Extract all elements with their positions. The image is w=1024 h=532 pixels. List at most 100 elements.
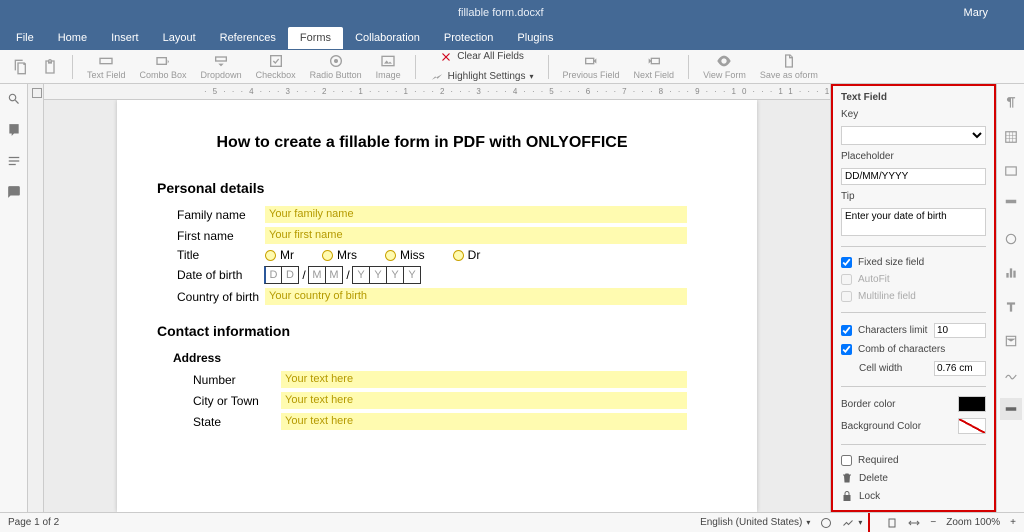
form-tab-icon[interactable] [1000, 398, 1022, 420]
form-settings-panel: Text Field Key Placeholder Tip Enter you… [830, 84, 996, 512]
shape-tab-icon[interactable] [1000, 228, 1022, 250]
chars-limit-checkbox[interactable] [841, 325, 852, 336]
cob-field[interactable]: Your country of birth [265, 288, 687, 305]
spellcheck-icon[interactable] [820, 517, 832, 529]
radio-dr[interactable] [453, 250, 464, 261]
dropdown-button[interactable]: Dropdown [195, 51, 248, 82]
row-number: Number Your text here [157, 371, 687, 388]
paste-button[interactable] [36, 57, 64, 77]
fit-width-icon[interactable] [908, 517, 920, 529]
row-title: Title Mr Mrs Miss Dr [157, 248, 687, 262]
zoom-out-icon[interactable]: − [930, 517, 936, 528]
comb-checkbox[interactable] [841, 344, 852, 355]
state-field[interactable]: Your text here [281, 413, 687, 430]
row-family-name: Family name Your family name [157, 206, 687, 223]
row-first-name: First name Your first name [157, 227, 687, 244]
tip-textarea[interactable]: Enter your date of birth [841, 208, 986, 236]
border-color-label: Border color [841, 399, 895, 410]
table-tab-icon[interactable] [1000, 126, 1022, 148]
tab-plugins[interactable]: Plugins [505, 27, 565, 49]
copy-button[interactable] [6, 57, 34, 77]
title-radio-group: Mr Mrs Miss Dr [265, 248, 480, 262]
main-menu: File Home Insert Layout References Forms… [0, 26, 1024, 50]
dob-comb-field[interactable]: D D / M M / Y Y Y Y [265, 266, 421, 284]
save-as-oform-button[interactable]: Save as oform [754, 51, 824, 82]
tab-insert[interactable]: Insert [99, 27, 151, 49]
cell-width-label: Cell width [859, 363, 902, 374]
tab-references[interactable]: References [208, 27, 288, 49]
radio-miss[interactable] [385, 250, 396, 261]
page-canvas[interactable]: How to create a fillable form in PDF wit… [44, 100, 830, 512]
cob-label: Country of birth [177, 290, 265, 304]
view-form-button[interactable]: View Form [697, 51, 752, 82]
tab-layout[interactable]: Layout [151, 27, 208, 49]
tab-file[interactable]: File [4, 27, 46, 49]
forms-ribbon: Text Field Combo Box Dropdown Checkbox R… [0, 50, 1024, 84]
family-name-label: Family name [177, 208, 265, 222]
radio-mrs[interactable] [322, 250, 333, 261]
language-selector[interactable]: English (United States)▾ [700, 517, 810, 528]
page-indicator[interactable]: Page 1 of 2 [8, 517, 59, 528]
signature-tab-icon[interactable] [1000, 364, 1022, 386]
city-field[interactable]: Your text here [281, 392, 687, 409]
navigation-icon[interactable] [7, 154, 21, 171]
image-tab-icon[interactable] [1000, 160, 1022, 182]
cell-width-input[interactable] [935, 362, 985, 375]
right-side-tabs [996, 84, 1024, 512]
mailmerge-tab-icon[interactable] [1000, 330, 1022, 352]
page: How to create a fillable form in PDF wit… [117, 100, 757, 512]
bg-color-label: Background Color [841, 421, 921, 432]
vertical-ruler [28, 84, 44, 512]
number-field[interactable]: Your text here [281, 371, 687, 388]
first-name-field[interactable]: Your first name [265, 227, 687, 244]
row-city: City or Town Your text here [157, 392, 687, 409]
required-checkbox[interactable] [841, 455, 852, 466]
comments-icon[interactable] [7, 123, 21, 140]
checkbox-button[interactable]: Checkbox [250, 51, 302, 82]
tab-protection[interactable]: Protection [432, 27, 506, 49]
current-user[interactable]: Mary [964, 7, 988, 19]
key-select[interactable] [841, 126, 986, 145]
tab-collaboration[interactable]: Collaboration [343, 27, 432, 49]
zoom-in-icon[interactable]: + [1010, 517, 1016, 528]
bg-color-picker[interactable] [958, 418, 986, 434]
radio-mr[interactable] [265, 250, 276, 261]
document-title: fillable form.docxf [38, 7, 964, 19]
image-button[interactable]: Image [370, 51, 407, 82]
delete-button[interactable]: Delete [841, 472, 986, 484]
previous-field-button[interactable]: Previous Field [557, 51, 626, 82]
fixed-size-checkbox[interactable] [841, 257, 852, 268]
next-field-button[interactable]: Next Field [628, 51, 681, 82]
zoom-label[interactable]: Zoom 100% [946, 517, 1000, 528]
chars-limit-input[interactable] [935, 324, 985, 337]
paragraph-tab-icon[interactable] [1000, 92, 1022, 114]
placeholder-label: Placeholder [841, 151, 986, 162]
clear-all-fields-button[interactable]: Clear All Fields [424, 48, 540, 66]
horizontal-ruler: ·5···4···3···2···1····1···2···3···4···5·… [44, 84, 830, 100]
text-field-button[interactable]: Text Field [81, 51, 132, 82]
family-name-field[interactable]: Your family name [265, 206, 687, 223]
lock-button[interactable]: Lock [841, 490, 986, 502]
feedback-icon[interactable] [7, 185, 21, 202]
status-bar: Page 1 of 2 English (United States)▾ ▾ −… [0, 512, 1024, 532]
chart-tab-icon[interactable] [1000, 262, 1022, 284]
autofit-checkbox [841, 274, 852, 285]
fit-page-icon[interactable] [886, 517, 898, 529]
border-color-picker[interactable] [958, 396, 986, 412]
tab-home[interactable]: Home [46, 27, 99, 49]
header-tab-icon[interactable] [1000, 194, 1022, 216]
title-label: Title [177, 248, 265, 262]
radio-button-button[interactable]: Radio Button [304, 51, 368, 82]
textart-tab-icon[interactable] [1000, 296, 1022, 318]
placeholder-input[interactable] [841, 168, 986, 185]
number-label: Number [193, 373, 281, 387]
tab-forms[interactable]: Forms [288, 27, 343, 49]
first-name-label: First name [177, 229, 265, 243]
combo-box-button[interactable]: Combo Box [134, 51, 193, 82]
row-cob: Country of birth Your country of birth [157, 288, 687, 305]
track-changes-icon[interactable]: ▾ [842, 517, 862, 529]
find-icon[interactable] [7, 92, 21, 109]
highlight-settings-button[interactable]: Highlight Settings ▾ [424, 68, 540, 86]
dob-label: Date of birth [177, 268, 265, 282]
key-label: Key [841, 109, 986, 120]
